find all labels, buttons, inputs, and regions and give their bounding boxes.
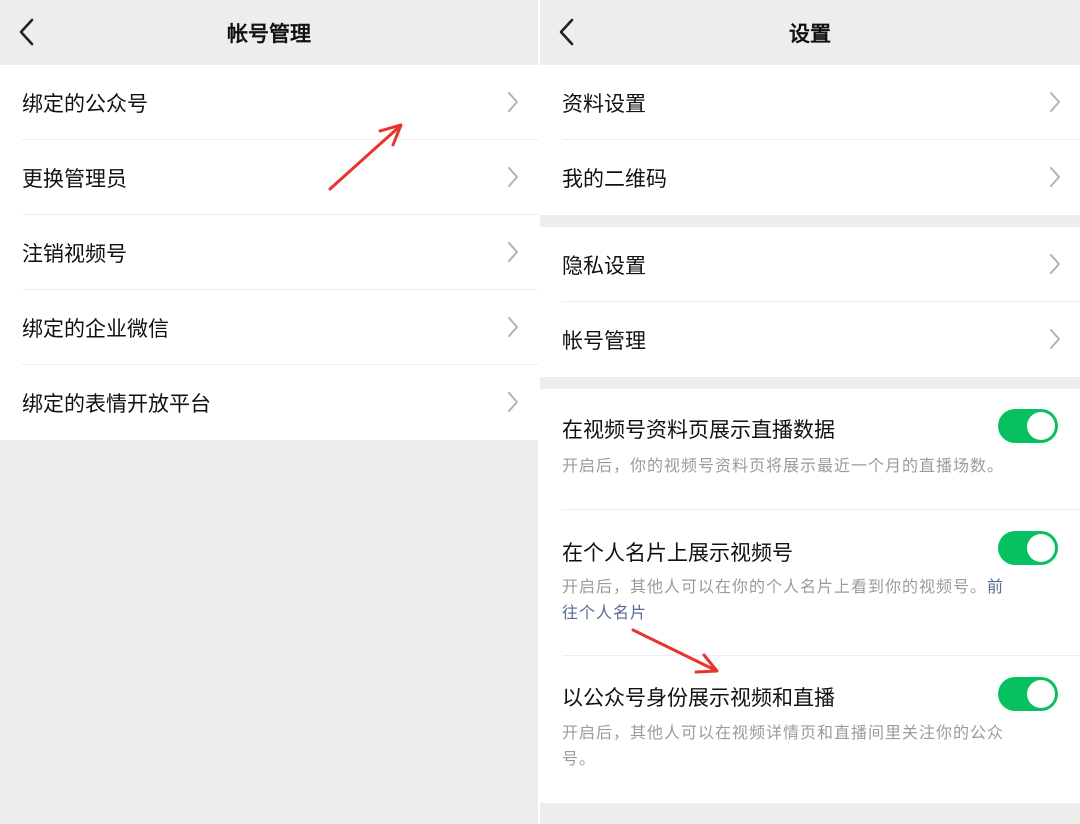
list-item-bound-sticker-platform[interactable]: 绑定的表情开放平台: [0, 365, 538, 440]
toggle-description: 开启后，其他人可以在你的个人名片上看到你的视频号。前 往个人名片: [562, 574, 1060, 626]
list-item-bound-wecom[interactable]: 绑定的企业微信: [0, 290, 538, 365]
item-label: 隐私设置: [562, 254, 646, 278]
live-data-toggle[interactable]: [998, 409, 1058, 443]
nav-bar: 帐号管理: [0, 0, 538, 64]
business-card-link[interactable]: 往个人名片: [562, 603, 647, 622]
account-options-list: 绑定的公众号 更换管理员 注销视频号 绑定的企业微信 绑定的表情开放平台: [0, 65, 538, 440]
item-label: 帐号管理: [562, 329, 646, 353]
list-item-privacy-settings[interactable]: 隐私设置: [540, 227, 1080, 302]
desc-line: 号。: [562, 749, 597, 768]
account-management-screen: 帐号管理 绑定的公众号 更换管理员 注销视频号 绑定的企业微信 绑定的表情开放平…: [0, 0, 538, 824]
chevron-right-icon: [1048, 252, 1062, 276]
item-label: 绑定的企业微信: [22, 317, 169, 341]
chevron-right-icon: [506, 390, 520, 414]
toggle-knob: [1027, 412, 1055, 440]
business-card-toggle[interactable]: [998, 531, 1058, 565]
desc-line: 开启后，其他人可以在视频详情页和直播间里关注你的公众: [562, 723, 1005, 742]
list-item-deactivate-channel[interactable]: 注销视频号: [0, 215, 538, 290]
item-label: 注销视频号: [22, 242, 127, 266]
page-title: 帐号管理: [227, 22, 311, 46]
toggle-knob: [1027, 680, 1055, 708]
nav-bar: 设置: [540, 0, 1080, 64]
toggle-row-business-card: 在个人名片上展示视频号 开启后，其他人可以在你的个人名片上看到你的视频号。前 往…: [540, 510, 1080, 656]
item-label: 更换管理员: [22, 167, 127, 191]
desc-text: 开启后，其他人可以在你的个人名片上看到你的视频号。: [562, 577, 988, 596]
page-title: 设置: [789, 22, 831, 46]
settings-screen: 设置 资料设置 我的二维码 隐私设置 帐号管理 在视频号资料页展示直播数据 开启…: [540, 0, 1080, 824]
list-item-profile-settings[interactable]: 资料设置: [540, 65, 1080, 140]
item-label: 绑定的公众号: [22, 92, 148, 116]
chevron-right-icon: [506, 165, 520, 189]
settings-group-toggles: 在视频号资料页展示直播数据 开启后，你的视频号资料页将展示最近一个月的直播场数。…: [540, 389, 1080, 803]
official-account-identity-toggle[interactable]: [998, 677, 1058, 711]
toggle-description: 开启后，其他人可以在视频详情页和直播间里关注你的公众 号。: [562, 720, 1060, 772]
toggle-label: 以公众号身份展示视频和直播: [562, 686, 835, 710]
item-label: 我的二维码: [562, 167, 667, 191]
toggle-row-live-data: 在视频号资料页展示直播数据 开启后，你的视频号资料页将展示最近一个月的直播场数。: [540, 389, 1080, 510]
settings-group-account: 隐私设置 帐号管理: [540, 227, 1080, 377]
item-label: 绑定的表情开放平台: [22, 392, 211, 416]
chevron-right-icon: [1048, 165, 1062, 189]
item-label: 资料设置: [562, 92, 646, 116]
toggle-label: 在个人名片上展示视频号: [562, 541, 793, 565]
list-item-my-qr-code[interactable]: 我的二维码: [540, 140, 1080, 215]
settings-group-profile: 资料设置 我的二维码: [540, 65, 1080, 215]
list-item-bound-official-account[interactable]: 绑定的公众号: [0, 65, 538, 140]
chevron-right-icon: [1048, 327, 1062, 351]
toggle-row-official-account-identity: 以公众号身份展示视频和直播 开启后，其他人可以在视频详情页和直播间里关注你的公众…: [540, 656, 1080, 803]
chevron-right-icon: [506, 90, 520, 114]
toggle-description: 开启后，你的视频号资料页将展示最近一个月的直播场数。: [562, 456, 1005, 475]
chevron-right-icon: [506, 315, 520, 339]
chevron-right-icon: [506, 240, 520, 264]
list-item-change-admin[interactable]: 更换管理员: [0, 140, 538, 215]
chevron-right-icon: [1048, 90, 1062, 114]
toggle-label: 在视频号资料页展示直播数据: [562, 418, 835, 442]
list-item-account-management[interactable]: 帐号管理: [540, 302, 1080, 377]
business-card-link-start[interactable]: 前: [987, 577, 1004, 596]
toggle-knob: [1027, 534, 1055, 562]
